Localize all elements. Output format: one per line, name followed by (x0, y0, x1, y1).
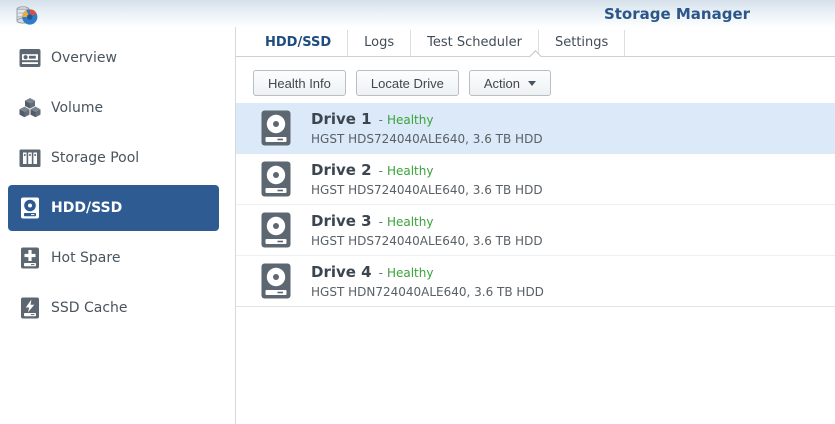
status-separator: - (378, 164, 383, 178)
drive-row-4[interactable]: Drive 4 - Healthy HGST HDN724040ALE640, … (236, 256, 835, 307)
hdd-drive-icon (21, 197, 39, 219)
toolbar: Health Info Locate Drive Action (253, 70, 835, 96)
hdd-drive-icon (261, 263, 291, 299)
drive-name: Drive 1 (311, 110, 372, 128)
hdd-drive-icon (261, 161, 291, 197)
titlebar: Storage Manager (0, 0, 835, 27)
status-separator: - (378, 113, 383, 127)
sidebar-item-label: Storage Pool (51, 150, 140, 166)
tab-hdd-ssd[interactable]: HDD/SSD (249, 30, 349, 56)
locate-drive-button[interactable]: Locate Drive (355, 70, 459, 96)
hot-spare-plus-icon (21, 247, 39, 269)
tab-bar: HDD/SSD Logs Test Scheduler Settings (236, 30, 835, 63)
button-label: Health Info (268, 75, 331, 91)
overview-card-icon (19, 49, 41, 67)
tab-test-scheduler[interactable]: Test Scheduler (411, 30, 539, 56)
ssd-cache-bolt-icon (21, 297, 39, 319)
status-badge: Healthy (386, 113, 434, 127)
status-separator: - (378, 215, 383, 229)
sidebar-item-label: Hot Spare (51, 250, 121, 266)
sidebar-item-label: Volume (51, 100, 104, 116)
status-separator: - (378, 266, 383, 280)
drive-name: Drive 2 (311, 161, 372, 179)
sidebar-item-label: HDD/SSD (51, 200, 123, 216)
storage-manager-window: Storage Manager Overview Volume Storage … (0, 0, 835, 424)
action-dropdown-button[interactable]: Action (468, 70, 551, 96)
sidebar-item-volume[interactable]: Volume (8, 85, 219, 131)
drive-name: Drive 3 (311, 212, 372, 230)
drive-row-3[interactable]: Drive 3 - Healthy HGST HDS724040ALE640, … (236, 205, 835, 256)
sidebar-item-label: Overview (51, 50, 117, 66)
storage-pool-icon (19, 149, 41, 167)
sidebar-item-hdd-ssd[interactable]: HDD/SSD (8, 185, 219, 231)
hdd-drive-icon (261, 110, 291, 146)
content-panel: HDD/SSD Logs Test Scheduler Settings Hea… (236, 27, 835, 424)
button-label: Action (483, 75, 520, 91)
sidebar-item-hot-spare[interactable]: Hot Spare (8, 235, 219, 281)
status-badge: Healthy (386, 266, 434, 280)
drive-model: HGST HDS724040ALE640, 3.6 TB HDD (311, 234, 543, 248)
drive-info: Drive 2 - Healthy HGST HDS724040ALE640, … (311, 161, 543, 197)
sidebar-item-label: SSD Cache (51, 300, 128, 316)
drive-row-1[interactable]: Drive 1 - Healthy HGST HDS724040ALE640, … (236, 103, 835, 154)
drive-list: Drive 1 - Healthy HGST HDS724040ALE640, … (236, 103, 835, 307)
tab-settings[interactable]: Settings (539, 30, 626, 56)
volume-cubes-icon (19, 98, 41, 118)
hdd-drive-icon (261, 212, 291, 248)
status-badge: Healthy (386, 164, 434, 178)
button-label: Locate Drive (370, 75, 444, 91)
drive-name: Drive 4 (311, 263, 372, 281)
drive-model: HGST HDS724040ALE640, 3.6 TB HDD (311, 183, 543, 197)
drive-model: HGST HDS724040ALE640, 3.6 TB HDD (311, 132, 543, 146)
sidebar-item-ssd-cache[interactable]: SSD Cache (8, 285, 219, 331)
sidebar-item-overview[interactable]: Overview (8, 35, 219, 81)
status-badge: Healthy (386, 215, 434, 229)
chevron-down-icon (528, 80, 536, 86)
storage-manager-icon (16, 6, 38, 25)
drive-info: Drive 3 - Healthy HGST HDS724040ALE640, … (311, 212, 543, 248)
tab-logs[interactable]: Logs (348, 30, 412, 56)
drive-row-2[interactable]: Drive 2 - Healthy HGST HDS724040ALE640, … (236, 154, 835, 205)
sidebar: Overview Volume Storage Pool HDD/SSD Hot… (0, 27, 236, 424)
drive-model: HGST HDN724040ALE640, 3.6 TB HDD (311, 285, 544, 299)
drive-info: Drive 4 - Healthy HGST HDN724040ALE640, … (311, 263, 544, 299)
page-title: Storage Manager (603, 5, 751, 23)
drive-info: Drive 1 - Healthy HGST HDS724040ALE640, … (311, 110, 543, 146)
health-info-button[interactable]: Health Info (253, 70, 346, 96)
sidebar-item-storage-pool[interactable]: Storage Pool (8, 135, 219, 181)
